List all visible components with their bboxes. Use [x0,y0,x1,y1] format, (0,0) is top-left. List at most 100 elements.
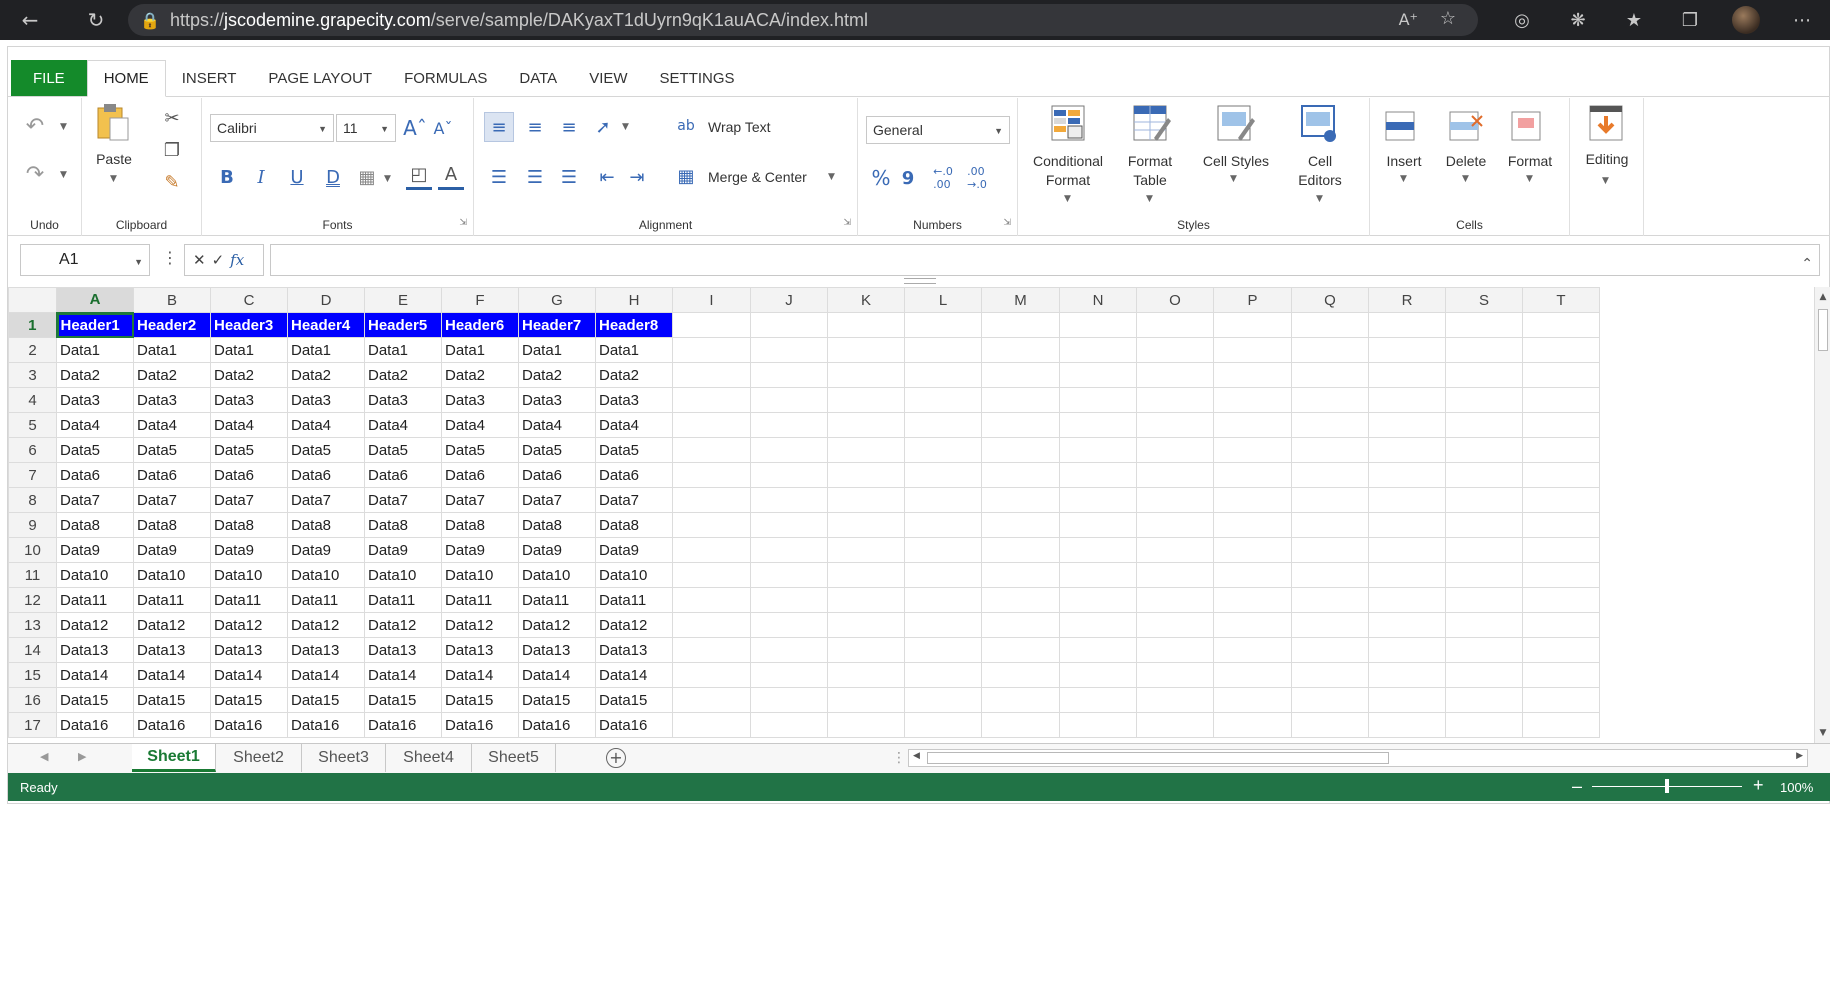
cell[interactable] [1136,687,1214,713]
cell[interactable] [1445,312,1523,338]
column-header[interactable]: G [518,287,596,313]
conditional-format-dropdown-icon[interactable]: ▼ [1064,194,1071,204]
editing-button[interactable]: Editing [1574,150,1640,169]
cell[interactable] [827,687,905,713]
extensions-icon[interactable]: ❋ [1550,0,1606,40]
cell[interactable]: Data2 [210,362,288,388]
cell[interactable] [904,462,982,488]
cell[interactable]: Data2 [364,362,442,388]
cell[interactable] [1368,337,1446,363]
cell[interactable]: Data13 [287,637,365,663]
cell[interactable] [904,662,982,688]
cell[interactable] [1213,587,1292,613]
cell[interactable]: Data1 [56,337,134,363]
cell[interactable]: Data12 [56,612,134,638]
profile-avatar[interactable] [1718,0,1774,40]
column-header[interactable]: D [287,287,365,313]
delete-button[interactable]: Delete [1436,152,1496,171]
cell[interactable] [1059,487,1137,513]
cell[interactable] [1213,437,1292,463]
cell[interactable]: Data8 [518,512,596,538]
cell[interactable] [981,337,1060,363]
cell[interactable]: Data5 [595,437,673,463]
cell[interactable]: Data6 [364,462,442,488]
cell[interactable]: Data7 [441,487,519,513]
spreadsheet-grid[interactable]: ABCDEFGHIJKLMNOPQRST 1 Header1 Header2 Head… [8,287,1814,743]
cell[interactable]: Data14 [210,662,288,688]
cell[interactable]: Data10 [287,562,365,588]
align-top-icon[interactable]: ≡ [484,112,514,142]
scroll-up-icon[interactable]: ▲ [1815,289,1830,305]
cell[interactable] [750,487,828,513]
cell[interactable] [904,362,982,388]
cell[interactable]: Data15 [364,687,442,713]
cell[interactable] [1445,512,1523,538]
cell[interactable]: Data10 [364,562,442,588]
cell[interactable]: Data10 [210,562,288,588]
cell[interactable] [1059,712,1137,738]
wrap-text-icon[interactable]: ab [674,112,698,140]
cell[interactable]: Data5 [210,437,288,463]
cell[interactable]: Header3 [210,312,288,338]
cell[interactable]: Data12 [595,612,673,638]
conditional-format-button[interactable]: Conditional Format [1018,152,1118,190]
cell[interactable]: Data13 [518,637,596,663]
redo-dropdown-icon[interactable]: ▼ [60,170,67,180]
cell[interactable] [1522,437,1600,463]
cell[interactable]: Data6 [595,462,673,488]
undo-icon[interactable]: ↶ [20,112,50,140]
cell[interactable] [1136,612,1214,638]
cell[interactable]: Data4 [364,412,442,438]
cell[interactable]: Data13 [133,637,211,663]
cell[interactable]: Data1 [210,337,288,363]
cell[interactable] [1213,662,1292,688]
cell[interactable]: Data6 [287,462,365,488]
cell[interactable] [1059,437,1137,463]
cell[interactable]: Data6 [210,462,288,488]
sheet-tab-sheet3[interactable]: Sheet3 [302,744,386,772]
cell[interactable]: Data5 [441,437,519,463]
row-header[interactable]: 10 [8,537,57,563]
cell[interactable]: Data15 [287,687,365,713]
cell[interactable] [672,562,751,588]
cell[interactable] [1445,337,1523,363]
cell[interactable]: Data15 [56,687,134,713]
scroll-right-icon[interactable]: ▶ [1796,751,1803,761]
cell[interactable]: Data12 [210,612,288,638]
font-name-select[interactable]: Calibri ▼ [210,114,334,142]
cell[interactable]: Data3 [133,387,211,413]
format-table-dropdown-icon[interactable]: ▼ [1146,194,1153,204]
format-cells-icon[interactable] [1508,108,1550,148]
cell[interactable] [1291,587,1369,613]
row-header[interactable]: 14 [8,637,57,663]
increase-decimal-icon[interactable]: ←.0.00 [928,164,958,192]
cell[interactable]: Data3 [287,387,365,413]
format-painter-icon[interactable]: ✎ [160,170,184,194]
cell[interactable]: Data11 [364,587,442,613]
merge-center-button[interactable]: Merge & Center [708,168,807,187]
cell[interactable]: Data15 [518,687,596,713]
cell[interactable]: Data5 [287,437,365,463]
cell[interactable] [1291,537,1369,563]
cell[interactable] [1445,712,1523,738]
next-sheet-icon[interactable]: ▶ [78,750,86,763]
cell[interactable]: Data16 [210,712,288,738]
cell[interactable]: Data7 [210,487,288,513]
cell[interactable]: Data2 [518,362,596,388]
favorites-icon[interactable]: ★ [1606,0,1662,40]
cell[interactable] [981,312,1060,338]
sheet-tab-sheet4[interactable]: Sheet4 [386,744,472,772]
zoom-out-icon[interactable]: – [1572,776,1582,797]
cell[interactable] [672,687,751,713]
cell[interactable]: Data2 [595,362,673,388]
cell[interactable] [1522,412,1600,438]
cell-styles-dropdown-icon[interactable]: ▼ [1230,174,1237,184]
cell[interactable] [1522,312,1600,338]
underline-icon[interactable]: U [284,164,310,190]
cell[interactable] [827,587,905,613]
column-header[interactable]: N [1059,287,1137,313]
cell[interactable]: Data7 [364,487,442,513]
cell[interactable] [1291,712,1369,738]
cell[interactable] [1522,637,1600,663]
back-icon[interactable]: ← [10,0,50,40]
